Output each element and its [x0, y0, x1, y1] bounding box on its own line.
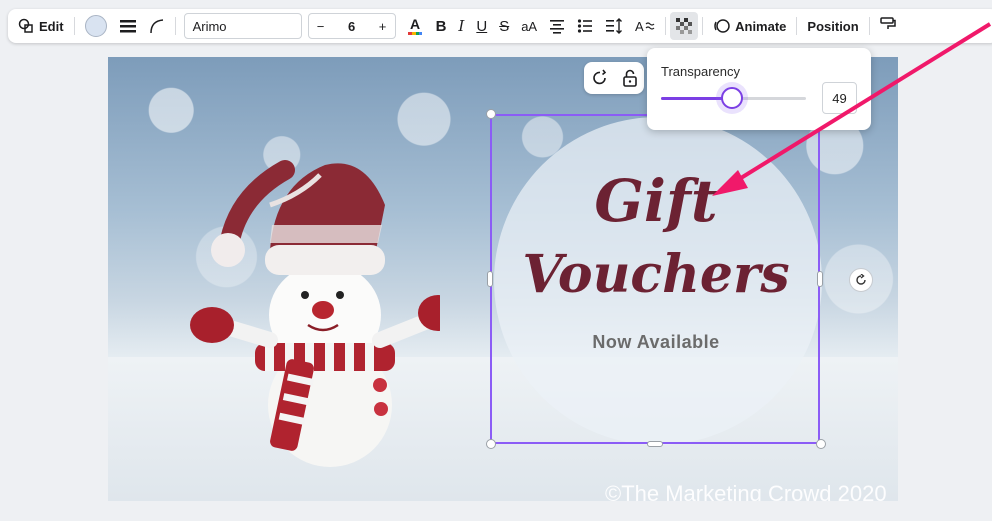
corner-curve-icon — [149, 19, 163, 34]
transparency-button[interactable] — [670, 12, 699, 40]
line-spacing-icon — [606, 18, 623, 34]
resize-handle-bottom-right[interactable] — [816, 439, 826, 449]
letter-case-button[interactable]: aA — [515, 12, 543, 40]
animate-icon — [714, 19, 730, 33]
text-effects-icon: A — [635, 19, 655, 34]
copy-style-button[interactable] — [874, 12, 902, 40]
resize-handle-right[interactable] — [817, 271, 823, 287]
align-center-icon — [550, 20, 565, 34]
separator — [796, 17, 798, 35]
font-name: Arimo — [192, 18, 227, 34]
border-style-button[interactable] — [113, 12, 143, 40]
rotate-icon — [856, 274, 866, 285]
paint-roller-icon — [879, 17, 896, 29]
separator — [174, 17, 176, 35]
resize-handle-bottom-left[interactable] — [486, 439, 496, 449]
font-size-input[interactable]: 6 — [333, 19, 371, 34]
copyright-watermark: ©The Marketing Crowd 2020 — [605, 481, 887, 501]
regenerate-icon[interactable] — [591, 69, 609, 87]
fill-color-button[interactable] — [79, 12, 113, 40]
snowman-image — [190, 160, 440, 467]
transparency-value-input[interactable]: 49 — [822, 82, 857, 114]
lock-icon[interactable] — [622, 69, 638, 87]
selection-frame[interactable] — [490, 114, 820, 444]
italic-button[interactable]: I — [452, 12, 470, 40]
edit-label: Edit — [39, 18, 64, 34]
resize-handle-top-left[interactable] — [486, 109, 496, 119]
svg-text:A: A — [410, 16, 420, 32]
text-color-button[interactable]: A — [400, 12, 430, 40]
strikethrough-button[interactable]: S — [493, 12, 515, 40]
effects-button[interactable]: A — [629, 12, 661, 40]
bulleted-list-icon — [578, 19, 593, 33]
svg-text:A: A — [635, 19, 644, 34]
separator — [702, 17, 704, 35]
increase-size-button[interactable]: + — [371, 19, 395, 34]
spacing-button[interactable] — [599, 12, 629, 40]
font-size-control: − 6 + — [307, 13, 396, 39]
transparency-popup: Transparency 49 — [647, 48, 871, 130]
rotate-button[interactable] — [849, 268, 873, 292]
editor-toolbar: Edit Arimo − 6 + A B I U S aA A Animate … — [8, 9, 992, 43]
resize-handle-bottom[interactable] — [647, 441, 663, 447]
resize-handle-left[interactable] — [487, 271, 493, 287]
animate-label: Animate — [735, 18, 787, 34]
color-swatch — [84, 15, 107, 37]
element-floating-toolbar — [584, 62, 644, 94]
bold-button[interactable]: B — [430, 12, 453, 40]
corner-rounding-button[interactable] — [143, 12, 171, 40]
list-button[interactable] — [571, 12, 599, 40]
edit-shape-icon — [18, 18, 33, 33]
border-weight-icon — [119, 20, 136, 33]
separator — [73, 17, 75, 35]
animate-button[interactable]: Animate — [707, 12, 792, 40]
separator — [665, 17, 667, 35]
font-family-select[interactable]: Arimo — [183, 13, 302, 39]
separator — [868, 17, 870, 35]
transparency-slider-thumb[interactable] — [721, 87, 744, 109]
edit-button[interactable]: Edit — [12, 12, 70, 40]
transparency-title: Transparency — [661, 64, 740, 79]
text-color-icon: A — [407, 16, 422, 35]
transparency-checker-icon — [676, 18, 693, 34]
position-button[interactable]: Position — [801, 12, 864, 40]
underline-button[interactable]: U — [470, 12, 493, 40]
align-button[interactable] — [543, 12, 571, 40]
decrease-size-button[interactable]: − — [309, 19, 333, 34]
